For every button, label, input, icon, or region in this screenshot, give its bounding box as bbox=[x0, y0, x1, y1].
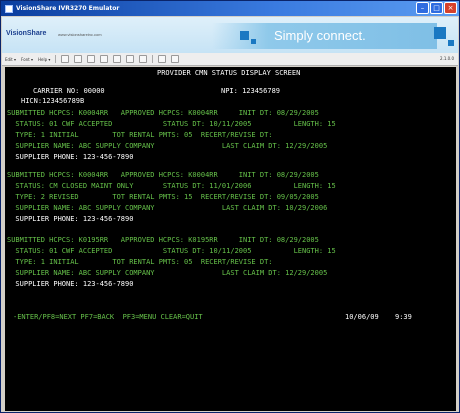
save-icon[interactable] bbox=[113, 55, 122, 63]
decor-square bbox=[448, 40, 454, 46]
settings-icon[interactable] bbox=[139, 55, 148, 63]
edit-menu[interactable]: Edit ▾ bbox=[5, 57, 16, 62]
help-icon[interactable] bbox=[171, 55, 180, 63]
open-icon[interactable] bbox=[126, 55, 135, 63]
app-icon bbox=[5, 4, 13, 13]
record-type-line: TYPE: 1 INITIAL TOT RENTAL PMTS: 05 RECE… bbox=[7, 131, 273, 139]
record-hcpcs-line: SUBMITTED HCPCS: K0004RR APPROVED HCPCS:… bbox=[7, 171, 319, 179]
window-controls: – □ × bbox=[416, 2, 457, 14]
font-menu[interactable]: Font ▾ bbox=[21, 57, 33, 62]
record-status-line: STATUS: 01 CWF ACCEPTED STATUS DT: 10/11… bbox=[7, 247, 336, 255]
toolbar: Edit ▾ Font ▾ Help ▾ 2.1.0.0 bbox=[2, 53, 458, 66]
record-type-line: TYPE: 1 INITIAL TOT RENTAL PMTS: 05 RECE… bbox=[7, 258, 273, 266]
minimize-icon[interactable]: – bbox=[416, 2, 429, 14]
screen-time: 9:39 bbox=[395, 313, 412, 321]
record-hcpcs-line: SUBMITTED HCPCS: K0195RR APPROVED HCPCS:… bbox=[7, 236, 319, 244]
record-supplier-line: SUPPLIER NAME: ABC SUPPLY COMPANY LAST C… bbox=[7, 204, 328, 212]
paste-icon[interactable] bbox=[74, 55, 83, 63]
print-icon[interactable] bbox=[87, 55, 96, 63]
decor-square bbox=[434, 27, 446, 39]
record-phone-line: SUPPLIER PHONE: 123-456-7890 bbox=[7, 153, 134, 161]
hicn-number: HICN:123456789B bbox=[21, 97, 85, 105]
copy-icon[interactable] bbox=[61, 55, 70, 63]
title-bar[interactable]: VisionShare IVR3270 Emulator – □ × bbox=[1, 1, 459, 16]
npi-number: NPI: 123456789 bbox=[221, 87, 281, 95]
emulator-window: VisionShare IVR3270 Emulator – □ × Visio… bbox=[0, 0, 460, 413]
record-status-line: STATUS: 01 CWF ACCEPTED STATUS DT: 10/11… bbox=[7, 120, 336, 128]
record-phone-line: SUPPLIER PHONE: 123-456-7890 bbox=[7, 215, 134, 223]
vendor-logo: VisionShare bbox=[6, 30, 47, 37]
record-hcpcs-line: SUBMITTED HCPCS: K0004RR APPROVED HCPCS:… bbox=[7, 109, 319, 117]
font-size-icon[interactable] bbox=[158, 55, 167, 63]
terminal-screen[interactable]: PROVIDER CMN STATUS DISPLAY SCREEN CARRI… bbox=[5, 67, 456, 411]
banner-slogan: Simply connect. bbox=[274, 28, 366, 43]
toolbar-divider bbox=[55, 55, 57, 63]
record-supplier-line: SUPPLIER NAME: ABC SUPPLY COMPANY LAST C… bbox=[7, 269, 328, 277]
record-phone-line: SUPPLIER PHONE: 123-456-7890 bbox=[7, 280, 134, 288]
record-supplier-line: SUPPLIER NAME: ABC SUPPLY COMPANY LAST C… bbox=[7, 142, 328, 150]
function-key-legend: -ENTER/PF8=NEXT PF7=BACK PF3=MENU CLEAR=… bbox=[13, 313, 203, 321]
record-type-line: TYPE: 2 REVISED TOT RENTAL PMTS: 15 RECE… bbox=[7, 193, 319, 201]
print-screen-icon[interactable] bbox=[100, 55, 109, 63]
vendor-banner: VisionShare www.visionshareinc.com Simpl… bbox=[2, 17, 458, 53]
decor-square bbox=[240, 31, 249, 40]
decor-square bbox=[251, 39, 256, 44]
maximize-icon[interactable]: □ bbox=[430, 2, 443, 14]
carrier-number: CARRIER NO: 00000 bbox=[33, 87, 105, 95]
screen-date: 10/06/09 bbox=[345, 313, 379, 321]
window-title: VisionShare IVR3270 Emulator bbox=[16, 5, 120, 12]
help-menu[interactable]: Help ▾ bbox=[38, 57, 50, 62]
version-label: 2.1.0.0 bbox=[440, 56, 454, 61]
toolbar-divider bbox=[152, 55, 154, 63]
screen-title: PROVIDER CMN STATUS DISPLAY SCREEN bbox=[157, 69, 301, 77]
vendor-url: www.visionshareinc.com bbox=[58, 32, 102, 37]
record-status-line: STATUS: CM CLOSED MAINT ONLY STATUS DT: … bbox=[7, 182, 336, 190]
close-icon[interactable]: × bbox=[444, 2, 457, 14]
